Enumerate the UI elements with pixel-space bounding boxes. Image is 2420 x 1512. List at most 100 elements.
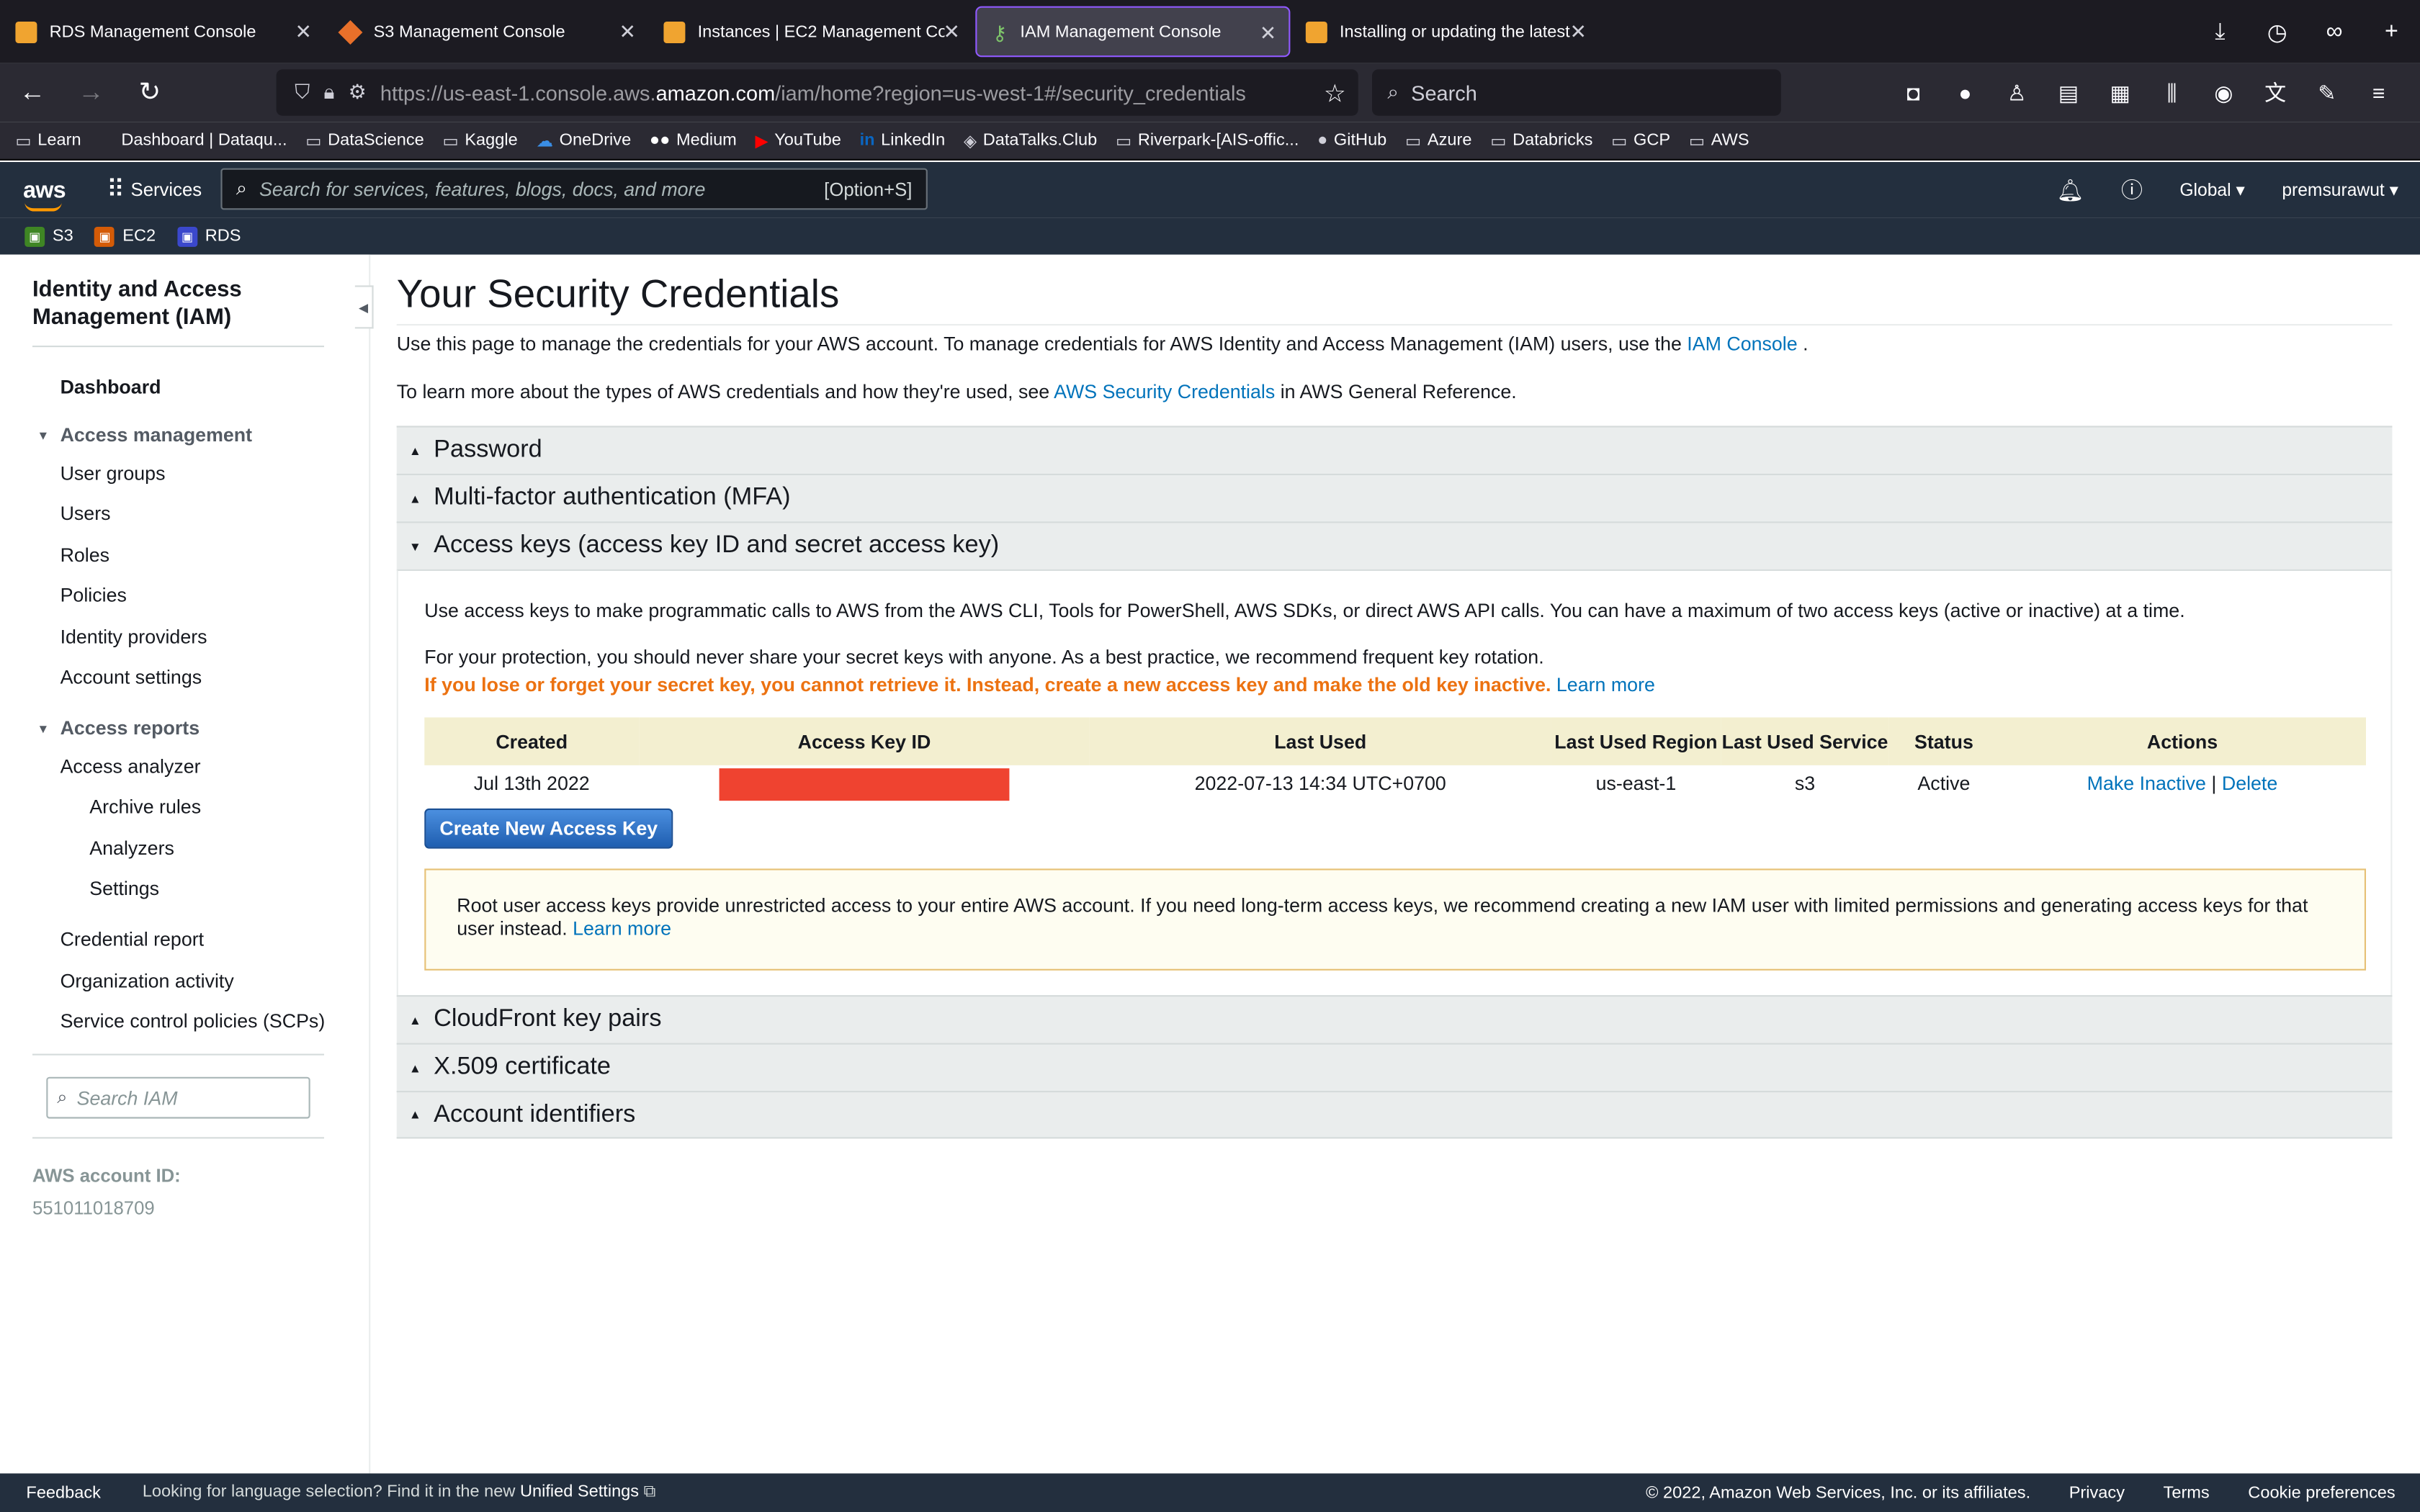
- favorite-ec2[interactable]: ▣ EC2: [94, 225, 156, 246]
- section-password[interactable]: ▲ Password: [396, 426, 2393, 474]
- create-access-key-button[interactable]: Create New Access Key: [424, 808, 673, 849]
- favorite-s3[interactable]: ▣ S3: [24, 225, 73, 246]
- section-x509[interactable]: ▲ X.509 certificate: [396, 1043, 2393, 1091]
- bookmark-kaggle[interactable]: ▭ Kaggle: [442, 130, 517, 150]
- tab-rds[interactable]: RDS Management Console ✕: [0, 0, 324, 63]
- bookmark-azure[interactable]: ▭ Azure: [1405, 130, 1471, 150]
- tab-ec2[interactable]: Instances | EC2 Management Co ✕: [648, 0, 972, 63]
- learn-more-link[interactable]: Learn more: [1556, 674, 1655, 696]
- terms-link[interactable]: Terms: [2164, 1483, 2210, 1502]
- sidebar-item-policies[interactable]: Policies: [60, 585, 127, 606]
- section-mfa[interactable]: ▲ Multi-factor authentication (MFA): [396, 473, 2393, 522]
- sidebar-item-scps[interactable]: Service control policies (SCPs): [60, 1011, 326, 1032]
- tab-install[interactable]: Installing or updating the latest ✕: [1290, 0, 1599, 63]
- bookmark-label: Medium: [676, 131, 737, 150]
- account-menu[interactable]: premsurawut ▾: [2282, 179, 2398, 201]
- caret-down-icon[interactable]: ▼: [37, 429, 49, 443]
- download-icon[interactable]: ⤓: [2192, 19, 2249, 45]
- aws-logo[interactable]: aws: [23, 176, 69, 211]
- help-icon[interactable]: ⓘ: [2121, 174, 2143, 205]
- bookmark-youtube[interactable]: ▶ YouTube: [756, 130, 841, 150]
- permissions-icon[interactable]: ⚙: [349, 80, 367, 104]
- menu-icon[interactable]: ≡: [2353, 80, 2405, 104]
- pocket-icon[interactable]: ◘: [1888, 80, 1940, 104]
- aws-security-credentials-link[interactable]: AWS Security Credentials: [1054, 381, 1275, 402]
- bookmark-datatalks[interactable]: ◈ DataTalks.Club: [964, 130, 1097, 150]
- bookmark-dashboard[interactable]: Dashboard | Dataqu...: [121, 131, 287, 150]
- cookie-preferences-link[interactable]: Cookie preferences: [2248, 1483, 2395, 1502]
- close-icon[interactable]: ✕: [295, 20, 311, 45]
- back-arrow-icon[interactable]: ←: [6, 77, 59, 108]
- section-cloudfront[interactable]: ▲ CloudFront key pairs: [396, 995, 2393, 1043]
- sidebar-item-account-settings[interactable]: Account settings: [60, 667, 202, 688]
- private-mask-icon[interactable]: ∞: [2305, 19, 2362, 45]
- reload-icon[interactable]: ↻: [123, 77, 176, 108]
- close-icon[interactable]: ✕: [1260, 22, 1276, 46]
- sidebar-item-settings[interactable]: Settings: [89, 878, 159, 899]
- services-menu-button[interactable]: ⠿ Services: [107, 174, 202, 205]
- shield-icon[interactable]: ⛉: [295, 80, 310, 104]
- sidebar-item-roles[interactable]: Roles: [60, 544, 110, 566]
- bookmark-github[interactable]: ● GitHub: [1317, 131, 1386, 150]
- screenshot-icon[interactable]: ✎: [2301, 79, 2353, 105]
- delete-link[interactable]: Delete: [2222, 773, 2277, 795]
- iam-console-link[interactable]: IAM Console: [1687, 333, 1797, 355]
- section-account-identifiers[interactable]: ▲ Account identifiers: [396, 1091, 2393, 1139]
- bookmark-aws[interactable]: ▭ AWS: [1689, 130, 1749, 150]
- bookmark-gcp[interactable]: ▭ GCP: [1611, 130, 1670, 150]
- browser-search-bar[interactable]: ⌕ Search: [1372, 69, 1781, 116]
- sidebar-title[interactable]: Identity and Access Management (IAM): [32, 276, 326, 332]
- collapse-sidebar-icon[interactable]: ◀: [354, 285, 374, 329]
- sidebar-section-access-management[interactable]: Access management: [60, 424, 253, 446]
- translate-icon[interactable]: 文: [2249, 77, 2301, 108]
- region-selector[interactable]: Global ▾: [2179, 179, 2245, 201]
- feedback-link[interactable]: Feedback: [26, 1483, 101, 1502]
- sidebar-divider: [32, 1053, 324, 1056]
- history-icon[interactable]: ◷: [2249, 18, 2305, 45]
- section-access-keys[interactable]: ▼ Access keys (access key ID and secret a…: [396, 521, 2393, 570]
- privacy-link[interactable]: Privacy: [2069, 1483, 2125, 1502]
- lock-icon[interactable]: 🔒︎: [323, 80, 334, 104]
- sidebar-item-dashboard[interactable]: Dashboard: [60, 377, 161, 398]
- forward-arrow-icon[interactable]: →: [65, 77, 117, 108]
- reader-view-icon[interactable]: ▤: [2043, 79, 2094, 105]
- sidebar-item-user-groups[interactable]: User groups: [60, 463, 166, 485]
- url-bar[interactable]: ⛉ 🔒︎ ⚙ https://us-east-1.console.aws.ama…: [276, 69, 1358, 116]
- iam-search-input[interactable]: ⌕ Search IAM: [46, 1076, 310, 1119]
- sidebar-item-identity-providers[interactable]: Identity providers: [60, 626, 207, 648]
- close-icon[interactable]: ✕: [619, 20, 635, 45]
- bookmark-star-icon[interactable]: ☆: [1324, 78, 1346, 109]
- sidebar-item-analyzers[interactable]: Analyzers: [89, 838, 174, 860]
- caret-down-icon[interactable]: ▼: [37, 722, 49, 736]
- extension-icon[interactable]: ●: [1940, 80, 1991, 104]
- bookmark-databricks[interactable]: ▭ Databricks: [1490, 130, 1592, 150]
- qr-code-icon[interactable]: ▦: [2094, 79, 2146, 105]
- bookmark-riverpark[interactable]: ▭ Riverpark-[AIS-offic...: [1116, 130, 1299, 150]
- profile-avatar-icon[interactable]: ◉: [2197, 79, 2249, 105]
- aws-search-input[interactable]: ⌕ Search for services, features, blogs, …: [220, 168, 928, 210]
- bookmark-medium[interactable]: ●● Medium: [650, 131, 737, 150]
- bell-icon[interactable]: 🔔︎: [2056, 176, 2084, 202]
- bookmark-learn[interactable]: ▭ Learn: [15, 130, 81, 150]
- sidebar-item-credential-report[interactable]: Credential report: [60, 929, 205, 950]
- bookmark-linkedin[interactable]: in LinkedIn: [860, 131, 946, 150]
- bookmark-datascience[interactable]: ▭ DataScience: [305, 130, 424, 150]
- make-inactive-link[interactable]: Make Inactive: [2087, 773, 2206, 795]
- close-icon[interactable]: ✕: [1569, 20, 1586, 45]
- library-icon[interactable]: ⫼: [2146, 79, 2198, 105]
- tab-s3[interactable]: S3 Management Console ✕: [324, 0, 648, 63]
- sidebar-item-archive-rules[interactable]: Archive rules: [89, 796, 201, 818]
- new-tab-icon[interactable]: +: [2363, 19, 2420, 45]
- unified-settings-link[interactable]: Unified Settings: [520, 1482, 639, 1501]
- sidebar-item-organization-activity[interactable]: Organization activity: [60, 971, 234, 992]
- sidebar-item-users[interactable]: Users: [60, 503, 111, 525]
- header-last-used-region: Last Used Region: [1551, 717, 1721, 765]
- bookmark-onedrive[interactable]: ☁ OneDrive: [536, 130, 631, 150]
- close-icon[interactable]: ✕: [943, 20, 959, 45]
- favorite-rds[interactable]: ▣ RDS: [177, 225, 241, 246]
- sidebar-section-access-reports[interactable]: Access reports: [60, 717, 200, 739]
- sidebar-item-access-analyzer[interactable]: Access analyzer: [60, 756, 201, 778]
- alert-learn-more-link[interactable]: Learn more: [573, 918, 671, 940]
- tab-iam[interactable]: ⚷ IAM Management Console ✕: [975, 6, 1291, 58]
- account-icon[interactable]: ♙: [1991, 79, 2043, 105]
